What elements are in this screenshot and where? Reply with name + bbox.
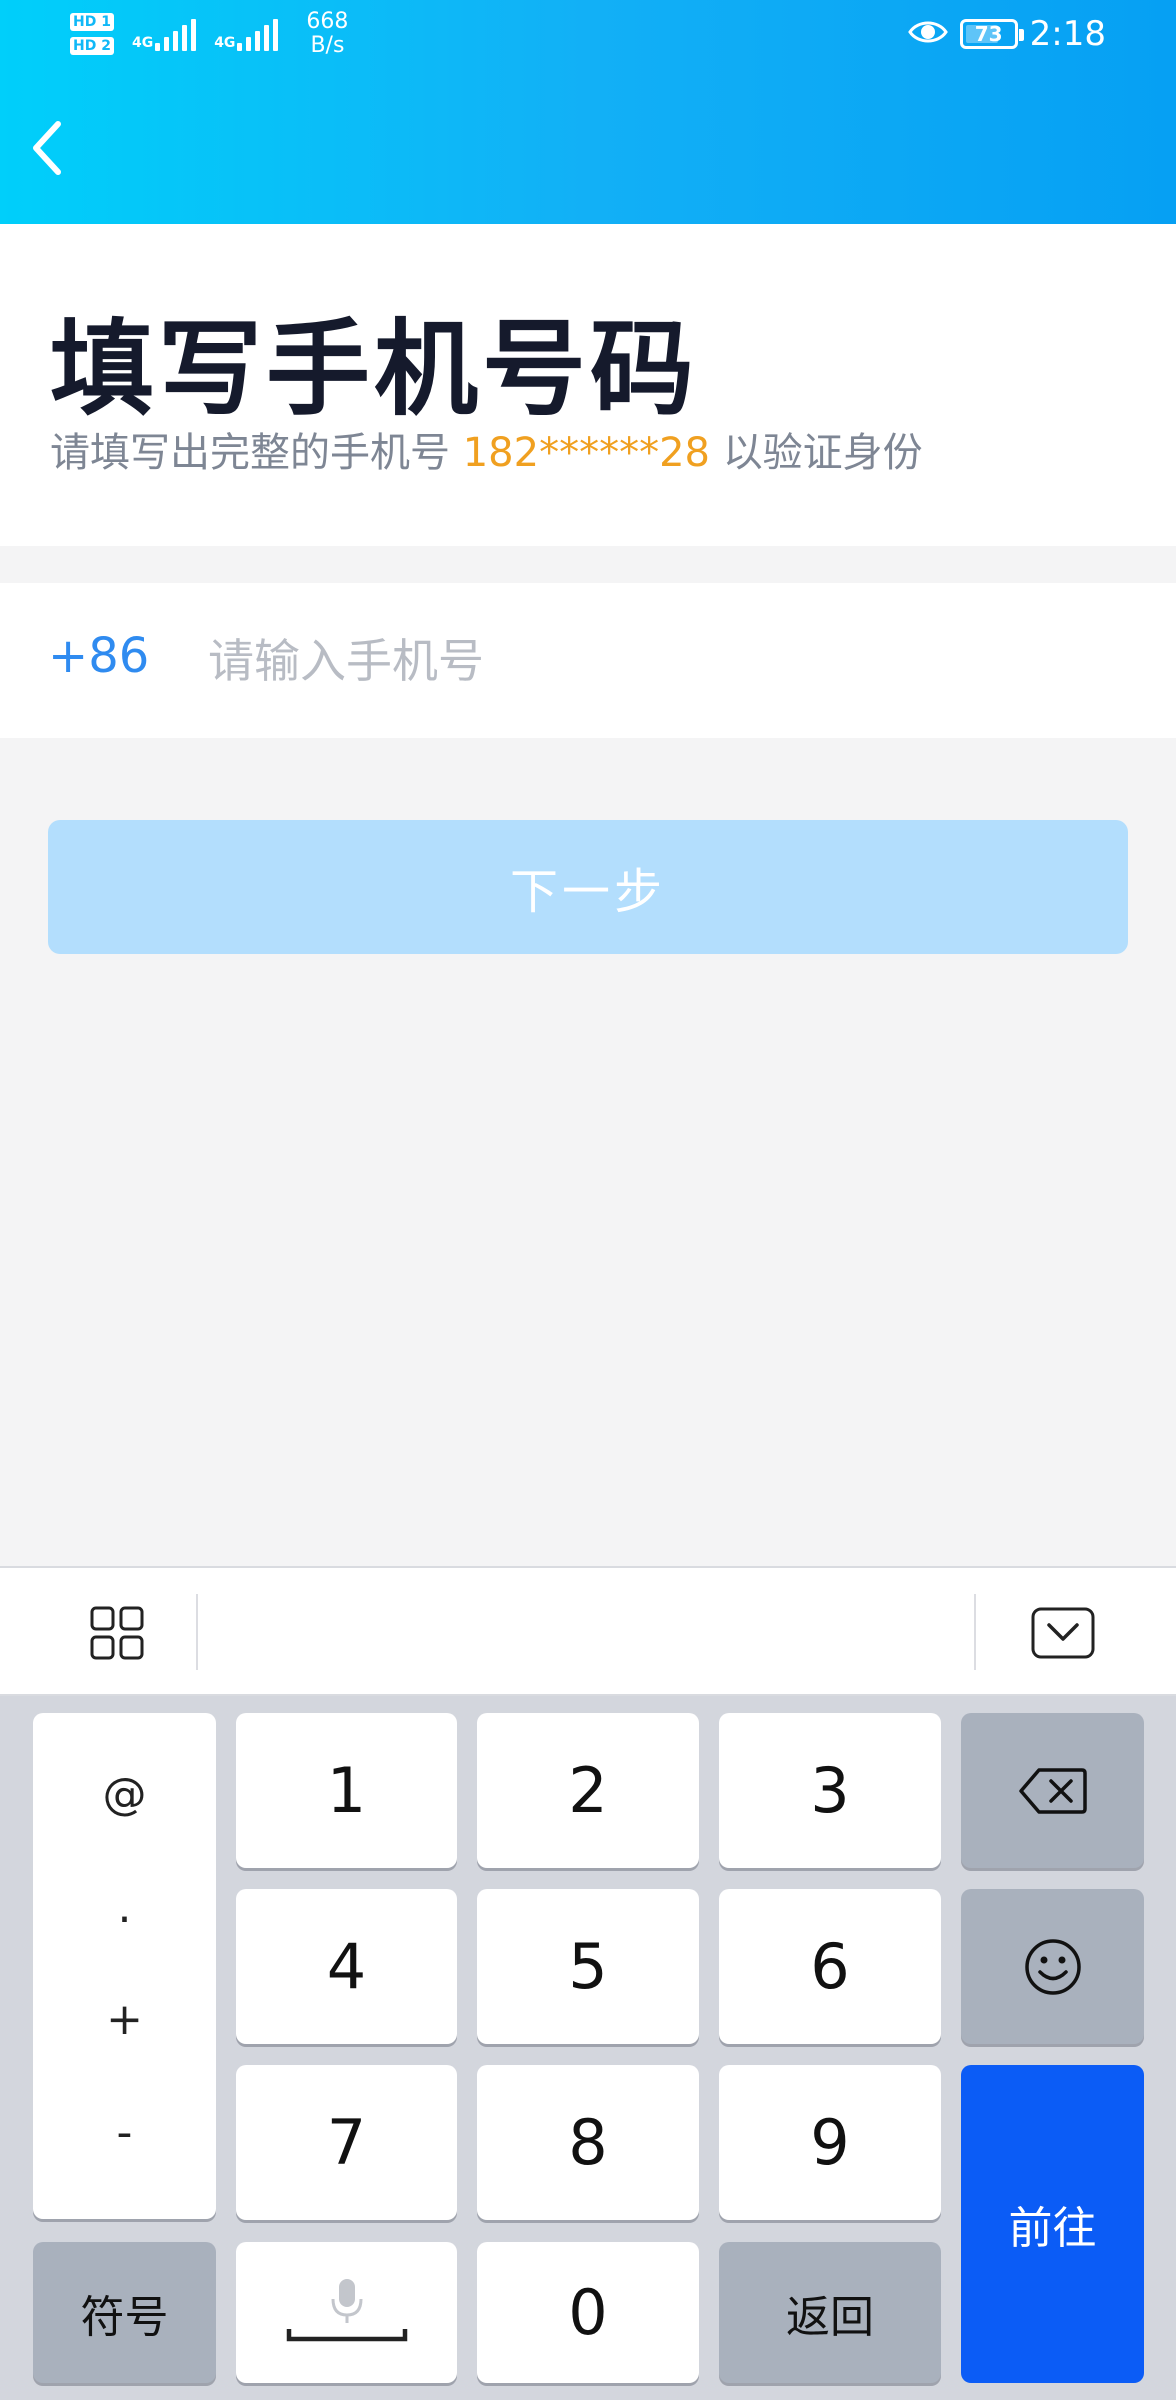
- next-button[interactable]: 下一步: [48, 820, 1128, 954]
- toolbar-divider-left: [196, 1594, 198, 1670]
- phone-number-input[interactable]: [208, 615, 1108, 707]
- emoji-key[interactable]: [961, 1889, 1144, 2044]
- clock: 2:18: [1029, 14, 1106, 54]
- backspace-key[interactable]: [961, 1713, 1144, 1868]
- country-code[interactable]: +86: [48, 628, 149, 684]
- speed-unit: B/s: [310, 33, 345, 58]
- key-5[interactable]: 5: [477, 1889, 699, 2044]
- sim-indicators: HD 1 HD 2: [70, 13, 114, 55]
- key-3[interactable]: 3: [719, 1713, 941, 1868]
- status-bar-left: HD 1 HD 2 4G 4G 668 B/s: [70, 10, 348, 58]
- keyboard-toolbar: [0, 1566, 1176, 1696]
- symbol-dot: .: [117, 1881, 132, 1933]
- masked-phone-number: 182******28: [462, 430, 710, 476]
- keyboard-hide-icon: [1031, 1607, 1095, 1659]
- go-key-label: 前往: [1008, 2203, 1097, 2254]
- title-section: 填写手机号码 请填写出完整的手机号 182******28 以验证身份: [0, 224, 1176, 546]
- key-0[interactable]: 0: [477, 2242, 699, 2383]
- status-bar-right: 73 2:18: [907, 14, 1106, 54]
- backspace-icon: [1018, 1767, 1087, 1814]
- sim1-indicator: HD 1: [70, 13, 114, 31]
- keyboard-menu-button[interactable]: [80, 1596, 154, 1670]
- sim2-indicator: HD 2: [70, 37, 114, 55]
- page-title: 填写手机号码: [50, 308, 699, 430]
- grid-icon: [90, 1606, 144, 1660]
- network2-label: 4G: [214, 35, 236, 51]
- toolbar-divider-right: [974, 1594, 976, 1670]
- key-1[interactable]: 1: [236, 1713, 457, 1868]
- subtitle-suffix: 以验证身份: [722, 430, 923, 476]
- battery-level: 73: [974, 22, 1003, 46]
- symbols-key[interactable]: 符号: [33, 2242, 216, 2383]
- key-7[interactable]: 7: [236, 2065, 457, 2220]
- signal-strength-icon: [237, 17, 279, 51]
- signal-group-2: 4G: [214, 17, 279, 51]
- return-key[interactable]: 返回: [719, 2242, 941, 2383]
- signal-group-1: 4G: [131, 17, 197, 51]
- emoji-icon: [1024, 1938, 1081, 1995]
- eye-icon: [907, 18, 948, 50]
- subtitle-prefix: 请填写出完整的手机号: [50, 430, 450, 476]
- keyboard-hide-button[interactable]: [1026, 1596, 1100, 1670]
- sim1-label: HD 1: [70, 13, 114, 31]
- go-key[interactable]: 前往: [961, 2065, 1144, 2383]
- symbol-at: @: [102, 1769, 147, 1821]
- header: HD 1 HD 2 4G 4G 668 B/s 73 2:18: [0, 0, 1176, 224]
- back-button[interactable]: [20, 112, 72, 184]
- battery-icon: 73: [959, 19, 1024, 49]
- network1-label: 4G: [131, 35, 154, 51]
- verify-phone-screen: HD 1 HD 2 4G 4G 668 B/s 73 2:18 填写手机号码 请…: [0, 0, 1176, 2400]
- network-speed: 668 B/s: [306, 10, 348, 58]
- speed-value: 668: [306, 9, 349, 34]
- symbol-minus: -: [116, 2106, 133, 2158]
- key-6[interactable]: 6: [719, 1889, 941, 2044]
- key-4[interactable]: 4: [236, 1889, 457, 2044]
- subtitle: 请填写出完整的手机号 182******28 以验证身份: [50, 420, 923, 478]
- phone-input-row: +86: [0, 583, 1176, 738]
- symbols-key-label: 符号: [80, 2291, 169, 2343]
- sim2-label: HD 2: [70, 37, 114, 55]
- signal-strength-icon: [155, 17, 197, 51]
- key-2[interactable]: 2: [477, 1713, 699, 1868]
- key-9[interactable]: 9: [719, 2065, 941, 2220]
- space-voice-key[interactable]: [236, 2242, 457, 2383]
- symbol-plus: +: [106, 1994, 143, 2046]
- symbol-column-key[interactable]: @ . + -: [33, 1713, 216, 2219]
- chevron-left-icon: [33, 121, 61, 175]
- microphone-space-icon: [286, 2278, 407, 2341]
- return-key-label: 返回: [786, 2291, 874, 2343]
- numeric-keyboard: @ . + - 1 2 3 4 5 6 7 8 9 前往 符号 0 返回: [0, 1696, 1176, 2400]
- key-8[interactable]: 8: [477, 2065, 699, 2220]
